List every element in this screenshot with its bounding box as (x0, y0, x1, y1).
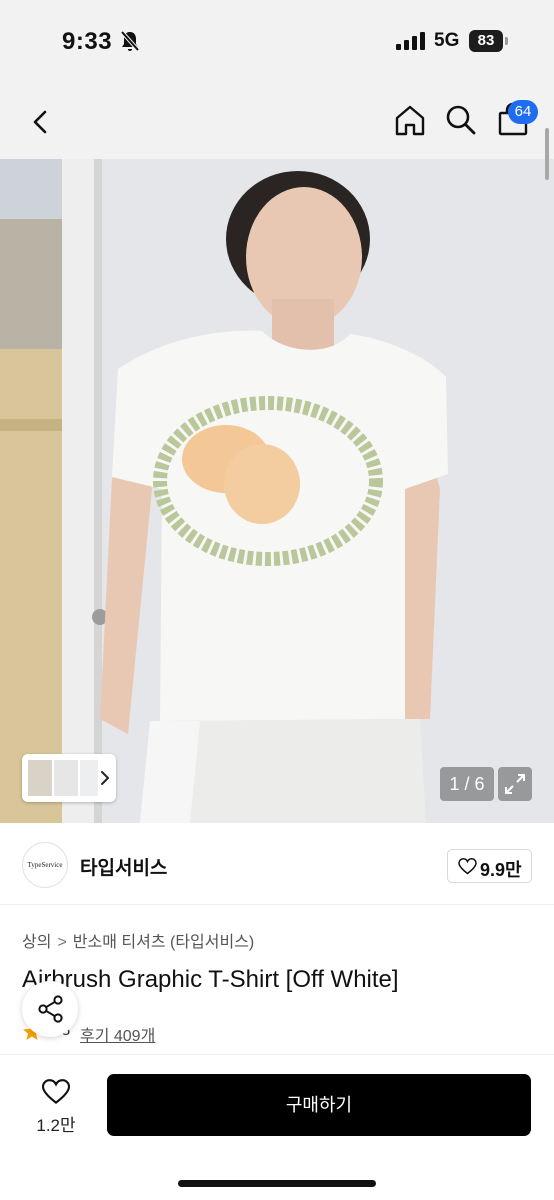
breadcrumb-item[interactable]: 반소매 티셔츠 (타입서비스) (73, 928, 254, 952)
cart-badge: 64 (508, 100, 538, 124)
heart-icon (458, 858, 477, 875)
review-link[interactable]: 후기 409개 (80, 1022, 155, 1046)
brand-like-button[interactable]: 9.9만 (447, 849, 532, 883)
thumbnail-image (28, 760, 52, 796)
breadcrumb-item[interactable]: 상의 (22, 928, 51, 952)
network-type: 5G (434, 30, 460, 51)
product-photo (0, 159, 554, 823)
wishlist-button[interactable]: 1.2만 (28, 1075, 84, 1135)
signal-icon (396, 32, 425, 50)
share-button[interactable] (22, 981, 78, 1037)
brand-logo[interactable]: TypeService (22, 842, 68, 888)
brand-like-count: 9.9만 (480, 860, 522, 880)
home-indicator (178, 1180, 376, 1187)
brand-row[interactable]: TypeService 타입서비스 9.9만 (0, 823, 554, 905)
wishlist-count: 1.2만 (36, 1116, 76, 1135)
bell-off-icon (120, 30, 140, 52)
status-time: 9:33 (62, 28, 113, 55)
brand-name[interactable]: 타입서비스 (80, 853, 167, 880)
battery-tip (505, 37, 508, 45)
breadcrumb: 상의 > 반소매 티셔츠 (타입서비스) (22, 928, 254, 952)
search-icon[interactable] (443, 102, 479, 138)
top-nav (0, 82, 554, 159)
battery-level: 83 (469, 30, 503, 52)
home-icon[interactable] (392, 102, 428, 138)
breadcrumb-separator: > (57, 934, 67, 951)
image-counter: 1 / 6 (440, 767, 494, 801)
expand-icon[interactable] (498, 767, 532, 801)
product-image[interactable] (0, 159, 554, 823)
thumbnail-image (54, 760, 78, 796)
share-icon (38, 995, 63, 1023)
back-icon[interactable] (22, 104, 58, 140)
bottom-bar: 1.2만 구매하기 (0, 1054, 554, 1200)
thumbnail-image (80, 760, 98, 796)
chevron-right-icon (101, 771, 109, 785)
battery-icon: 83 (469, 30, 509, 52)
heart-icon (41, 1079, 71, 1104)
thumbnail-strip[interactable] (22, 754, 116, 802)
scrollbar[interactable] (545, 128, 549, 180)
buy-button[interactable]: 구매하기 (107, 1074, 531, 1136)
product-title: Airbrush Graphic T-Shirt [Off White] (22, 966, 399, 993)
status-bar: 9:33 5G 83 (0, 0, 554, 82)
